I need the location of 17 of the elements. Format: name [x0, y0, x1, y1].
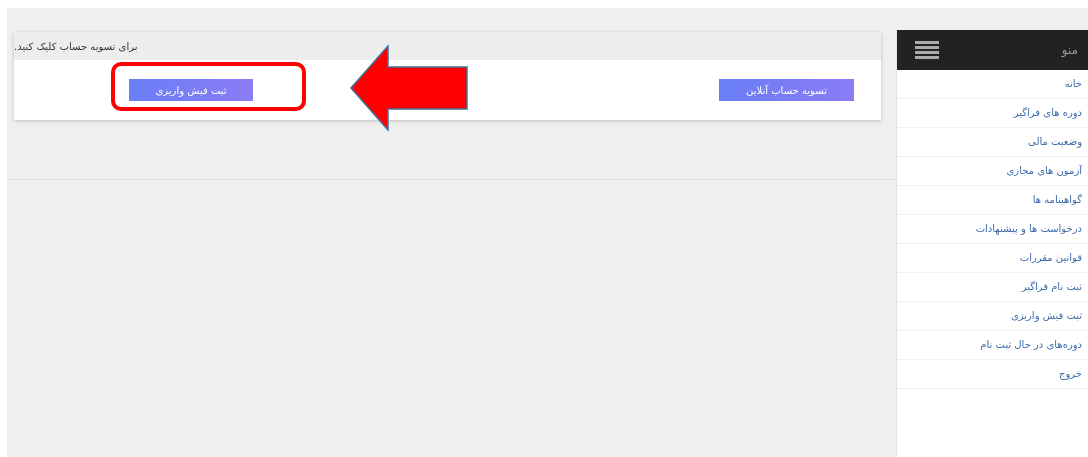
sidebar-item[interactable]: قوانین مقررات: [897, 244, 1088, 273]
sidebar-item[interactable]: خروج: [897, 360, 1088, 389]
arrow-icon: [350, 45, 468, 131]
sidebar-item[interactable]: آزمون های مجازی: [897, 157, 1088, 186]
sidebar-item[interactable]: دوره‌های در حال ثبت نام: [897, 331, 1088, 360]
menu-icon[interactable]: [915, 41, 939, 59]
sidebar-item[interactable]: ثبت فیش واریزی: [897, 302, 1088, 331]
online-settlement-button[interactable]: تسویه حساب آنلاین: [719, 79, 854, 101]
sidebar-item[interactable]: گواهینامه ها: [897, 186, 1088, 215]
sidebar-item[interactable]: خانه: [897, 70, 1088, 99]
sidebar-item[interactable]: وضعیت مالی: [897, 128, 1088, 157]
sidebar-item[interactable]: ثبت نام فراگیر: [897, 273, 1088, 302]
sidebar-item[interactable]: درخواست ها و پیشنهادات: [897, 215, 1088, 244]
sidebar-item[interactable]: دوره های فراگیر: [897, 99, 1088, 128]
sidebar-title: منو: [1061, 43, 1078, 57]
card-message: برای تسویه حساب کلیک کنید.: [14, 40, 138, 52]
receipt-button[interactable]: ثبت فیش واریزی: [129, 79, 253, 101]
